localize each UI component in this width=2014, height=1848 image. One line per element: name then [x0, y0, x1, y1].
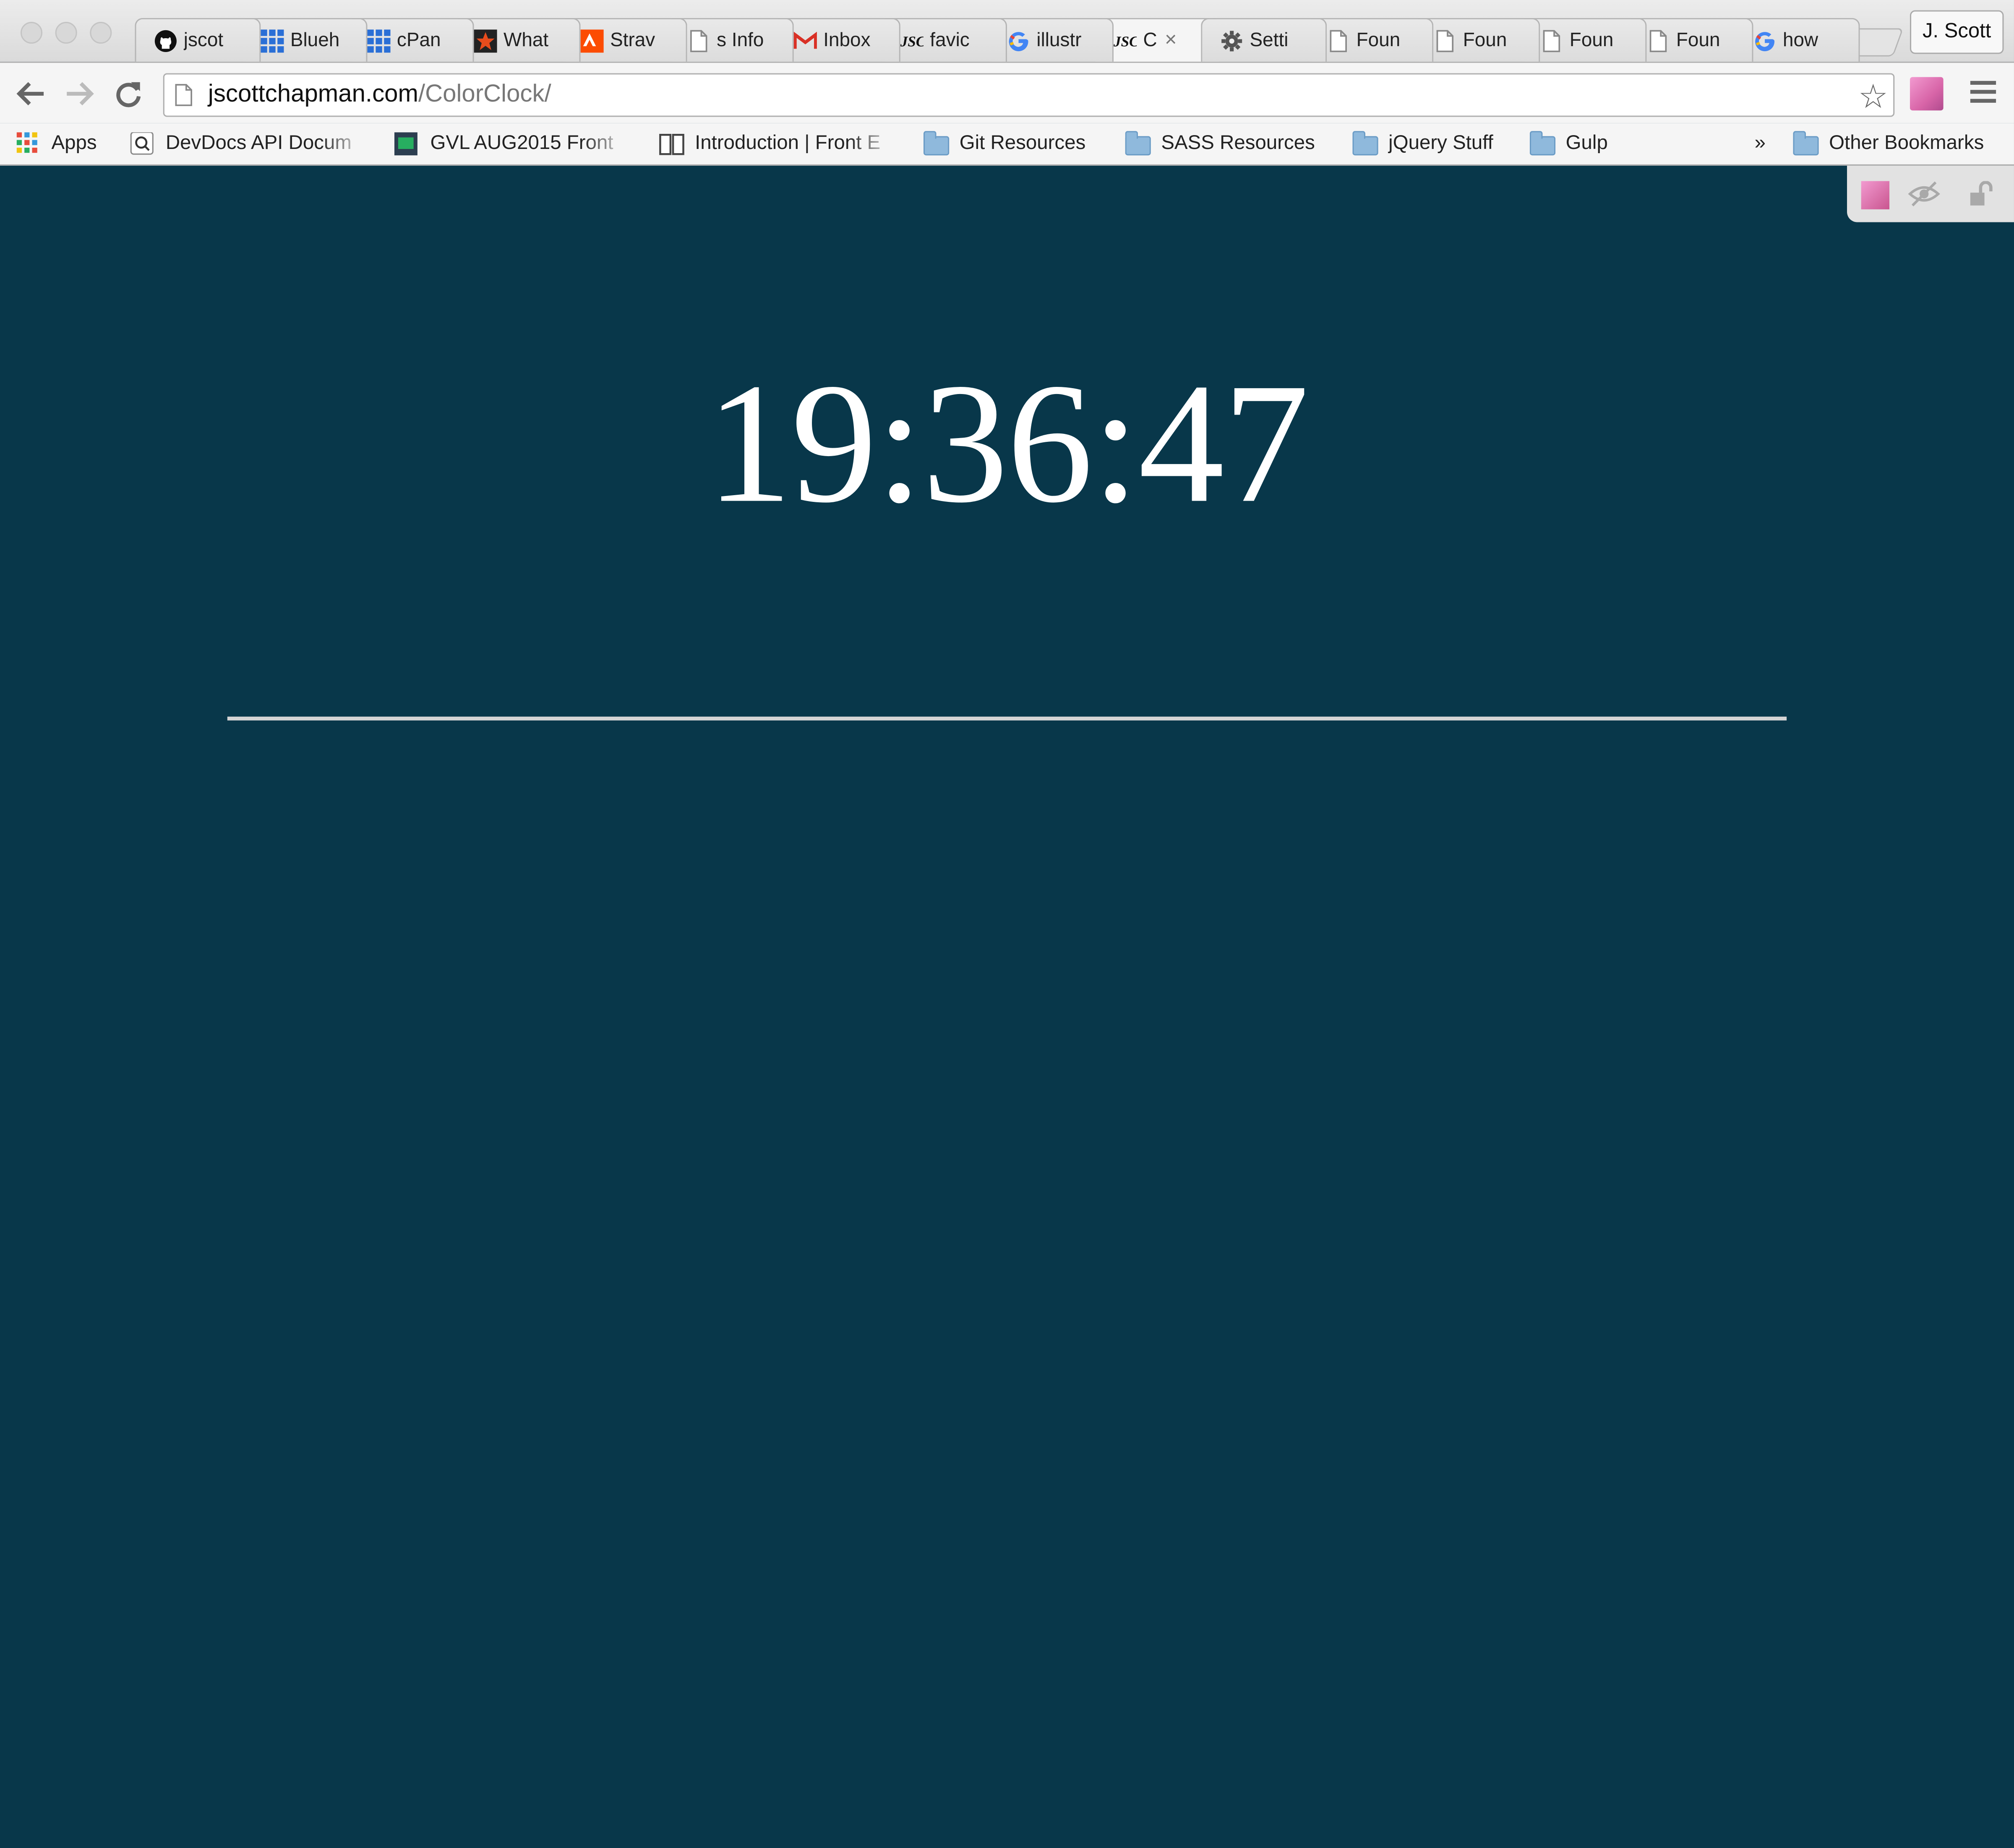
- close-tab-icon[interactable]: ×: [1165, 29, 1177, 52]
- strava-icon: [580, 29, 604, 52]
- tab-title: jscot: [183, 29, 224, 52]
- bookmark-introduction[interactable]: Introduction | Front E: [659, 128, 896, 159]
- bookmark-label: DevDocs API Docum: [165, 132, 352, 154]
- page-icon: [687, 29, 710, 52]
- page-icon: [1646, 29, 1670, 52]
- star-icon: [474, 29, 497, 52]
- bookmark-folder-jquery[interactable]: jQuery Stuff: [1352, 128, 1493, 159]
- bookmark-folder-gulp[interactable]: Gulp: [1529, 128, 1608, 159]
- minimize-window-button[interactable]: [55, 22, 77, 44]
- tab-title: s Info: [717, 29, 764, 52]
- bookmark-label: Other Bookmarks: [1829, 132, 1984, 154]
- tab-title: Foun: [1569, 29, 1614, 52]
- tab-title: how: [1782, 29, 1818, 52]
- folder-icon: [1125, 130, 1151, 155]
- apps-grid-icon: [16, 132, 37, 153]
- bookmark-folder-other[interactable]: Other Bookmarks: [1793, 128, 1984, 159]
- google-icon: [1753, 29, 1777, 52]
- back-arrow-icon: [16, 82, 44, 106]
- jsc-icon: JSC: [1114, 29, 1137, 52]
- gvl-icon: [394, 132, 417, 156]
- bookmarks-bar: Apps DevDocs API Docum GVL AUG2015 Front…: [0, 123, 2014, 166]
- bookmark-folder-sass[interactable]: SASS Resources: [1125, 128, 1315, 159]
- folder-icon: [1352, 130, 1378, 155]
- bookmark-label: GVL AUG2015 Front: [430, 132, 613, 154]
- svg-text:JSC: JSC: [900, 33, 924, 49]
- book-icon: [659, 134, 684, 155]
- forward-button[interactable]: [62, 76, 98, 112]
- tab[interactable]: Setti: [1201, 18, 1327, 62]
- bookmark-label: Introduction | Front E: [695, 132, 881, 154]
- bookmark-label: jQuery Stuff: [1388, 132, 1493, 154]
- url-path: /ColorClock/: [418, 81, 551, 108]
- tab-title: favic: [930, 29, 970, 52]
- tab-title: Inbox: [823, 29, 871, 52]
- folder-icon: [1529, 130, 1556, 155]
- tab[interactable]: jscot: [135, 18, 261, 62]
- page-icon: [1540, 29, 1563, 52]
- color-swatch-icon[interactable]: [1861, 181, 1890, 209]
- bookmark-label: Gulp: [1565, 132, 1608, 154]
- profile-button[interactable]: J. Scott: [1910, 10, 2004, 54]
- maximize-window-button[interactable]: [90, 22, 112, 44]
- google-icon: [1007, 29, 1030, 52]
- progress-divider: [227, 716, 1787, 720]
- extension-panel: [1847, 165, 2014, 222]
- unlock-icon[interactable]: [1969, 181, 1995, 207]
- tab-title: Foun: [1676, 29, 1720, 52]
- bookmark-apps[interactable]: Apps: [16, 128, 97, 159]
- back-button[interactable]: [13, 76, 49, 112]
- folder-icon: [1793, 130, 1819, 155]
- url-host: jscottchapman.com: [208, 81, 418, 108]
- close-window-button[interactable]: [20, 22, 43, 44]
- github-icon: [154, 29, 177, 52]
- search-icon: [130, 132, 154, 155]
- page-icon: [1327, 29, 1350, 52]
- bookmark-devdocs[interactable]: DevDocs API Docum: [130, 128, 367, 159]
- toolbar: jscottchapman.com/ColorClock/ ☆: [0, 61, 2014, 123]
- bookmark-star-icon[interactable]: ☆: [1858, 77, 1888, 117]
- address-bar[interactable]: jscottchapman.com/ColorClock/ ☆: [163, 73, 1895, 117]
- tab-title: Foun: [1463, 29, 1507, 52]
- tab-strip: jscot Blueh cPan What Strav s Info Inbox JSC fav…: [0, 0, 2014, 62]
- tab-title: Blueh: [290, 29, 340, 52]
- gmail-icon: [793, 29, 817, 52]
- tab-title: C: [1143, 29, 1157, 52]
- browser-window: jscot Blueh cPan What Strav s Info Inbox JSC fav…: [0, 0, 2014, 1848]
- hide-eye-icon[interactable]: [1907, 180, 1941, 208]
- clock-time: 19:36:47: [706, 348, 1309, 538]
- bookmark-label: Apps: [51, 132, 97, 154]
- page-icon: [175, 84, 192, 106]
- gear-icon: [1220, 29, 1243, 52]
- bookmark-label: SASS Resources: [1161, 132, 1315, 154]
- grid-icon: [261, 29, 284, 52]
- svg-text:JSC: JSC: [1114, 33, 1137, 49]
- page-icon: [1433, 29, 1456, 52]
- grid-icon: [367, 29, 391, 52]
- forward-arrow-icon: [67, 82, 94, 106]
- bookmarks-overflow-button[interactable]: »: [1755, 128, 1766, 159]
- folder-icon: [924, 130, 950, 155]
- tab-title: cPan: [397, 29, 441, 52]
- tab-title: Foun: [1356, 29, 1401, 52]
- tab-title: illustr: [1036, 29, 1082, 52]
- menu-icon[interactable]: [1970, 81, 1996, 104]
- reload-icon: [116, 82, 141, 107]
- tab-title: What: [503, 29, 549, 52]
- jsc-icon: JSC: [900, 29, 924, 52]
- reload-button[interactable]: [110, 76, 146, 112]
- tab-title: Setti: [1250, 29, 1289, 52]
- bookmark-gvl[interactable]: GVL AUG2015 Front: [394, 128, 629, 159]
- tab-title: Strav: [610, 29, 655, 52]
- bookmark-folder-git[interactable]: Git Resources: [924, 128, 1085, 159]
- bookmark-label: Git Resources: [959, 132, 1086, 154]
- color-extension-icon[interactable]: [1910, 77, 1944, 111]
